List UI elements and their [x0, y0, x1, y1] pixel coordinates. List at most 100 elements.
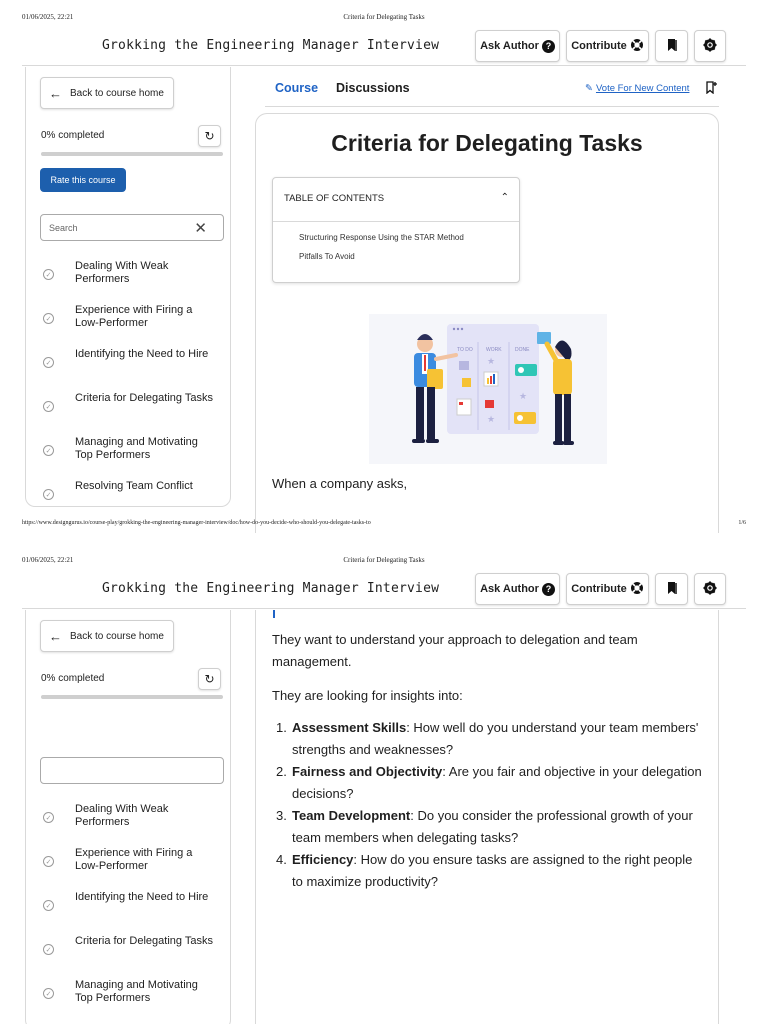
bookmark-icon [665, 38, 679, 55]
lifebuoy-icon [630, 581, 644, 598]
print-title: Criteria for Delegating Tasks [343, 556, 425, 564]
ask-author-button[interactable]: Ask Author ? [475, 573, 560, 605]
settings-button[interactable] [694, 573, 726, 605]
print-page-number: 1/6 [738, 520, 746, 526]
lesson-item[interactable]: ✓ Resolving Team Conflict [26, 477, 232, 521]
check-circle-icon: ✓ [43, 856, 54, 867]
lesson-item[interactable]: ✓ Managing and Motivating Top Performers [26, 433, 232, 477]
print-header: 01/06/2025, 22:21 Criteria for Delegatin… [22, 556, 746, 566]
print-url: https://www.designgurus.io/course-play/g… [22, 520, 371, 526]
toc-header[interactable]: TABLE OF CONTENTS ⌃ [273, 178, 519, 222]
lesson-list: ✓ Dealing With Weak Performers ✓ Experie… [26, 257, 232, 521]
course-sidebar: ← Back to course home 0% completed ↻ Rat… [25, 67, 231, 507]
lesson-item[interactable]: ✓ Dealing With Weak Performers [26, 257, 232, 301]
article-card: Criteria for Delegating Tasks TABLE OF C… [255, 113, 719, 533]
contribute-label: Contribute [571, 40, 627, 52]
check-circle-icon: ✓ [43, 269, 54, 280]
contribute-button[interactable]: Contribute [566, 573, 649, 605]
print-page-1: 01/06/2025, 22:21 Criteria for Delegatin… [0, 0, 768, 542]
search-input[interactable] [40, 757, 224, 784]
lesson-title: Criteria for Delegating Tasks [75, 392, 213, 404]
progress-bar [41, 695, 223, 699]
progress-label: 0% completed [41, 673, 105, 684]
back-label: Back to course home [70, 630, 164, 642]
bookmarks-button[interactable] [655, 573, 688, 605]
check-circle-icon: ✓ [43, 489, 54, 500]
list-item: 2. Fairness and Objectivity: Are you fair… [272, 761, 702, 805]
contribute-label: Contribute [571, 583, 627, 595]
reset-icon: ↻ [204, 672, 215, 686]
lesson-item[interactable]: ✓ Dealing With Weak Performers [26, 800, 232, 844]
list-number: 1. [276, 720, 287, 735]
list-item: 1. Assessment Skills: How well do you und… [272, 717, 702, 761]
vote-new-content-link[interactable]: ✎ Vote For New Content [585, 83, 689, 94]
delegation-illustration: TO DO WORK DONE ★ ★ ★ [369, 314, 607, 464]
print-footer: https://www.designgurus.io/course-play/g… [22, 520, 746, 530]
settings-button[interactable] [694, 30, 726, 62]
lesson-item[interactable]: ✓ Criteria for Delegating Tasks [26, 932, 232, 976]
vote-label: Vote For New Content [595, 83, 690, 94]
toc-item[interactable]: Structuring Response Using the STAR Meth… [299, 233, 464, 242]
reset-progress-button[interactable]: ↻ [198, 125, 221, 147]
progress-label: 0% completed [41, 130, 105, 141]
tab-discussions[interactable]: Discussions [336, 81, 410, 95]
bookmark-add-icon[interactable] [705, 81, 717, 97]
table-of-contents: TABLE OF CONTENTS ⌃ Structuring Response… [272, 177, 520, 283]
paragraph: They are looking for insights into: [272, 688, 463, 703]
ask-author-label: Ask Author [480, 40, 539, 52]
lifebuoy-icon [630, 38, 644, 55]
ask-author-button[interactable]: Ask Author ? [475, 30, 560, 62]
lesson-title: Resolving Team Conflict [75, 480, 193, 492]
progress-bar [41, 152, 223, 156]
top-bar: Grokking the Engineering Manager Intervi… [22, 573, 746, 609]
intro-text: When a company asks, [272, 476, 408, 491]
back-to-course-button[interactable]: ← Back to course home [40, 77, 174, 109]
close-icon[interactable]: ✕ [194, 219, 207, 237]
course-name: Grokking the Engineering Manager Intervi… [102, 38, 440, 53]
lesson-item[interactable]: ✓ Managing and Motivating Top Performers [26, 976, 232, 1020]
chevron-up-icon: ⌃ [500, 192, 509, 203]
bookmarks-button[interactable] [655, 30, 688, 62]
check-circle-icon: ✓ [43, 988, 54, 999]
search-input[interactable]: Search ✕ [40, 214, 224, 241]
article-title: Criteria for Delegating Tasks [331, 130, 643, 156]
svg-text:★: ★ [487, 356, 495, 366]
lesson-item[interactable]: ✓ Resolving Team Conflict [26, 1020, 232, 1024]
list-number: 2. [276, 764, 287, 779]
lesson-title: Identifying the Need to Hire [75, 891, 209, 903]
toc-item[interactable]: Pitfalls To Avoid [299, 252, 355, 261]
course-sidebar: ← Back to course home 0% completed ↻ ✓ D… [25, 610, 231, 1024]
reset-progress-button[interactable]: ↻ [198, 668, 221, 690]
reset-icon: ↻ [204, 129, 215, 143]
top-bar: Grokking the Engineering Manager Intervi… [22, 30, 746, 66]
back-to-course-button[interactable]: ← Back to course home [40, 620, 174, 652]
lesson-title: Dealing With Weak Performers [75, 803, 169, 828]
check-circle-icon: ✓ [43, 445, 54, 456]
list-item-text: : How do you ensure tasks are assigned t… [292, 852, 693, 889]
lesson-item[interactable]: ✓ Criteria for Delegating Tasks [26, 389, 232, 433]
check-circle-icon: ✓ [43, 313, 54, 324]
lesson-title: Managing and Motivating Top Performers [75, 979, 198, 1004]
tab-course[interactable]: Course [275, 81, 318, 95]
gear-icon [703, 38, 717, 55]
board-column-work: WORK [486, 347, 502, 353]
lesson-title: Identifying the Need to Hire [75, 348, 209, 360]
lesson-title: Managing and Motivating Top Performers [75, 436, 198, 461]
contribute-button[interactable]: Contribute [566, 30, 649, 62]
board-column-done: DONE [515, 347, 530, 353]
lesson-item[interactable]: ✓ Experience with Firing a Low-Performer [26, 844, 232, 888]
check-circle-icon: ✓ [43, 812, 54, 823]
back-label: Back to course home [70, 87, 164, 99]
lesson-list: ✓ Dealing With Weak Performers ✓ Experie… [26, 800, 232, 1024]
lesson-item[interactable]: ✓ Identifying the Need to Hire [26, 345, 232, 389]
board-column-todo: TO DO [457, 347, 473, 353]
lesson-title: Experience with Firing a Low-Performer [75, 304, 193, 329]
svg-text:★: ★ [519, 391, 527, 401]
lesson-item[interactable]: ✓ Identifying the Need to Hire [26, 888, 232, 932]
check-circle-icon: ✓ [43, 944, 54, 955]
lesson-item[interactable]: ✓ Experience with Firing a Low-Performer [26, 301, 232, 345]
check-circle-icon: ✓ [43, 401, 54, 412]
list-number: 4. [276, 852, 287, 867]
rate-course-button[interactable]: Rate this course [40, 168, 126, 192]
toc-label: TABLE OF CONTENTS [284, 193, 385, 204]
